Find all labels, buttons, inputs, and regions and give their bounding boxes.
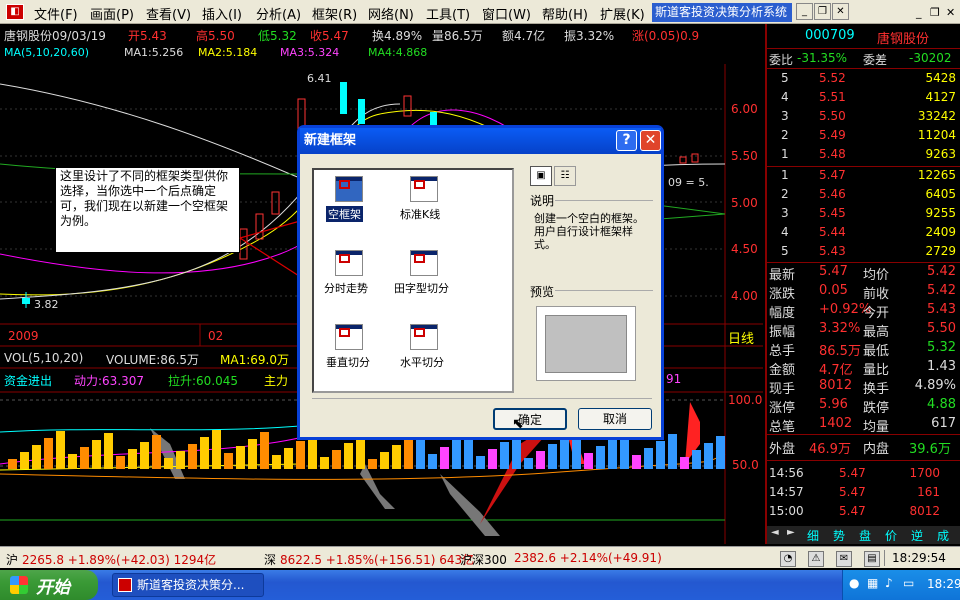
item-horizontal-split[interactable]: 水平切分 — [400, 354, 444, 370]
description-title: 说明 — [530, 194, 555, 208]
frame-type-list[interactable]: 空框架 标准K线 分时走势 田字型切分 垂直切分 水平切分 — [312, 168, 514, 393]
grid-split-icon[interactable] — [410, 250, 438, 276]
start-button[interactable]: 开始 — [0, 570, 98, 600]
timeshare-frame-icon[interactable] — [335, 250, 363, 276]
empty-frame-icon[interactable] — [335, 176, 363, 202]
taskbar-app-button[interactable]: 斯道客投资决策分... — [112, 573, 264, 597]
tray-monitor-icon[interactable]: ▭ — [903, 576, 914, 590]
message-icon[interactable]: ✉ — [836, 551, 852, 567]
mouse-cursor-icon: ⬉ — [512, 416, 524, 432]
sh-label: 沪 — [6, 553, 19, 567]
warning-icon[interactable]: ⚠ — [808, 551, 824, 567]
app-task-icon — [118, 578, 132, 592]
vertical-split-icon[interactable] — [335, 324, 363, 350]
item-timeshare[interactable]: 分时走势 — [324, 280, 368, 296]
tray-volume-icon[interactable]: ♪ — [885, 576, 893, 590]
sz-label: 深 — [264, 553, 277, 567]
windows-logo-icon — [10, 576, 28, 594]
clock: 18:29 — [927, 577, 960, 591]
taskbar: 开始 斯道客投资决策分... ● ▦ ♪ ▭ 18:29 — [0, 570, 960, 600]
cancel-button[interactable]: 取消 — [578, 408, 652, 430]
alarm-icon[interactable]: ◔ — [780, 551, 796, 567]
preview-box — [536, 306, 636, 381]
kline-frame-icon[interactable] — [410, 176, 438, 202]
book-icon[interactable]: ▤ — [864, 551, 880, 567]
item-empty-frame[interactable]: 空框架 — [326, 206, 363, 222]
item-standard-kline[interactable]: 标准K线 — [400, 206, 440, 222]
sz-index: 8622.5 +1.85%(+156.51) 643亿 — [280, 553, 475, 567]
dialog-help-button[interactable]: ? — [616, 130, 637, 151]
hs300-index: 2382.6 +2.14%(+49.91) — [514, 551, 662, 565]
sh-index: 2265.8 +1.89%(+42.03) 1294亿 — [22, 553, 217, 567]
large-icon-view-icon[interactable]: ▣ — [530, 166, 552, 186]
description-text: 创建一个空白的框架。用户自行设计框架样式。 — [534, 212, 644, 251]
preview-title: 预览 — [530, 285, 555, 299]
system-tray: ● ▦ ♪ ▭ 18:29 — [842, 570, 960, 600]
ok-button[interactable]: 确定 — [493, 408, 567, 430]
dialog-close-button[interactable]: ✕ — [640, 130, 661, 151]
item-vertical-split[interactable]: 垂直切分 — [326, 354, 370, 370]
tray-red-icon[interactable]: ● — [849, 576, 859, 590]
tray-network-icon[interactable]: ▦ — [867, 576, 878, 590]
list-view-icon[interactable]: ☷ — [554, 166, 576, 186]
status-time: 18:29:54 — [892, 551, 946, 565]
new-frame-dialog: 新建框架 ? ✕ 空框架 标准K线 分时走势 田字型切分 垂直切分 水平切分 ▣… — [297, 125, 664, 440]
index-status-bar: 沪 2265.8 +1.89%(+42.03) 1294亿 深 8622.5 +… — [0, 546, 960, 568]
hs300-label: 沪深300 — [460, 553, 507, 567]
item-grid-split[interactable]: 田字型切分 — [394, 280, 449, 296]
horizontal-split-icon[interactable] — [410, 324, 438, 350]
start-label: 开始 — [36, 578, 70, 598]
taskbar-app-label: 斯道客投资决策分... — [137, 578, 245, 592]
dialog-title: 新建框架 — [300, 128, 661, 154]
